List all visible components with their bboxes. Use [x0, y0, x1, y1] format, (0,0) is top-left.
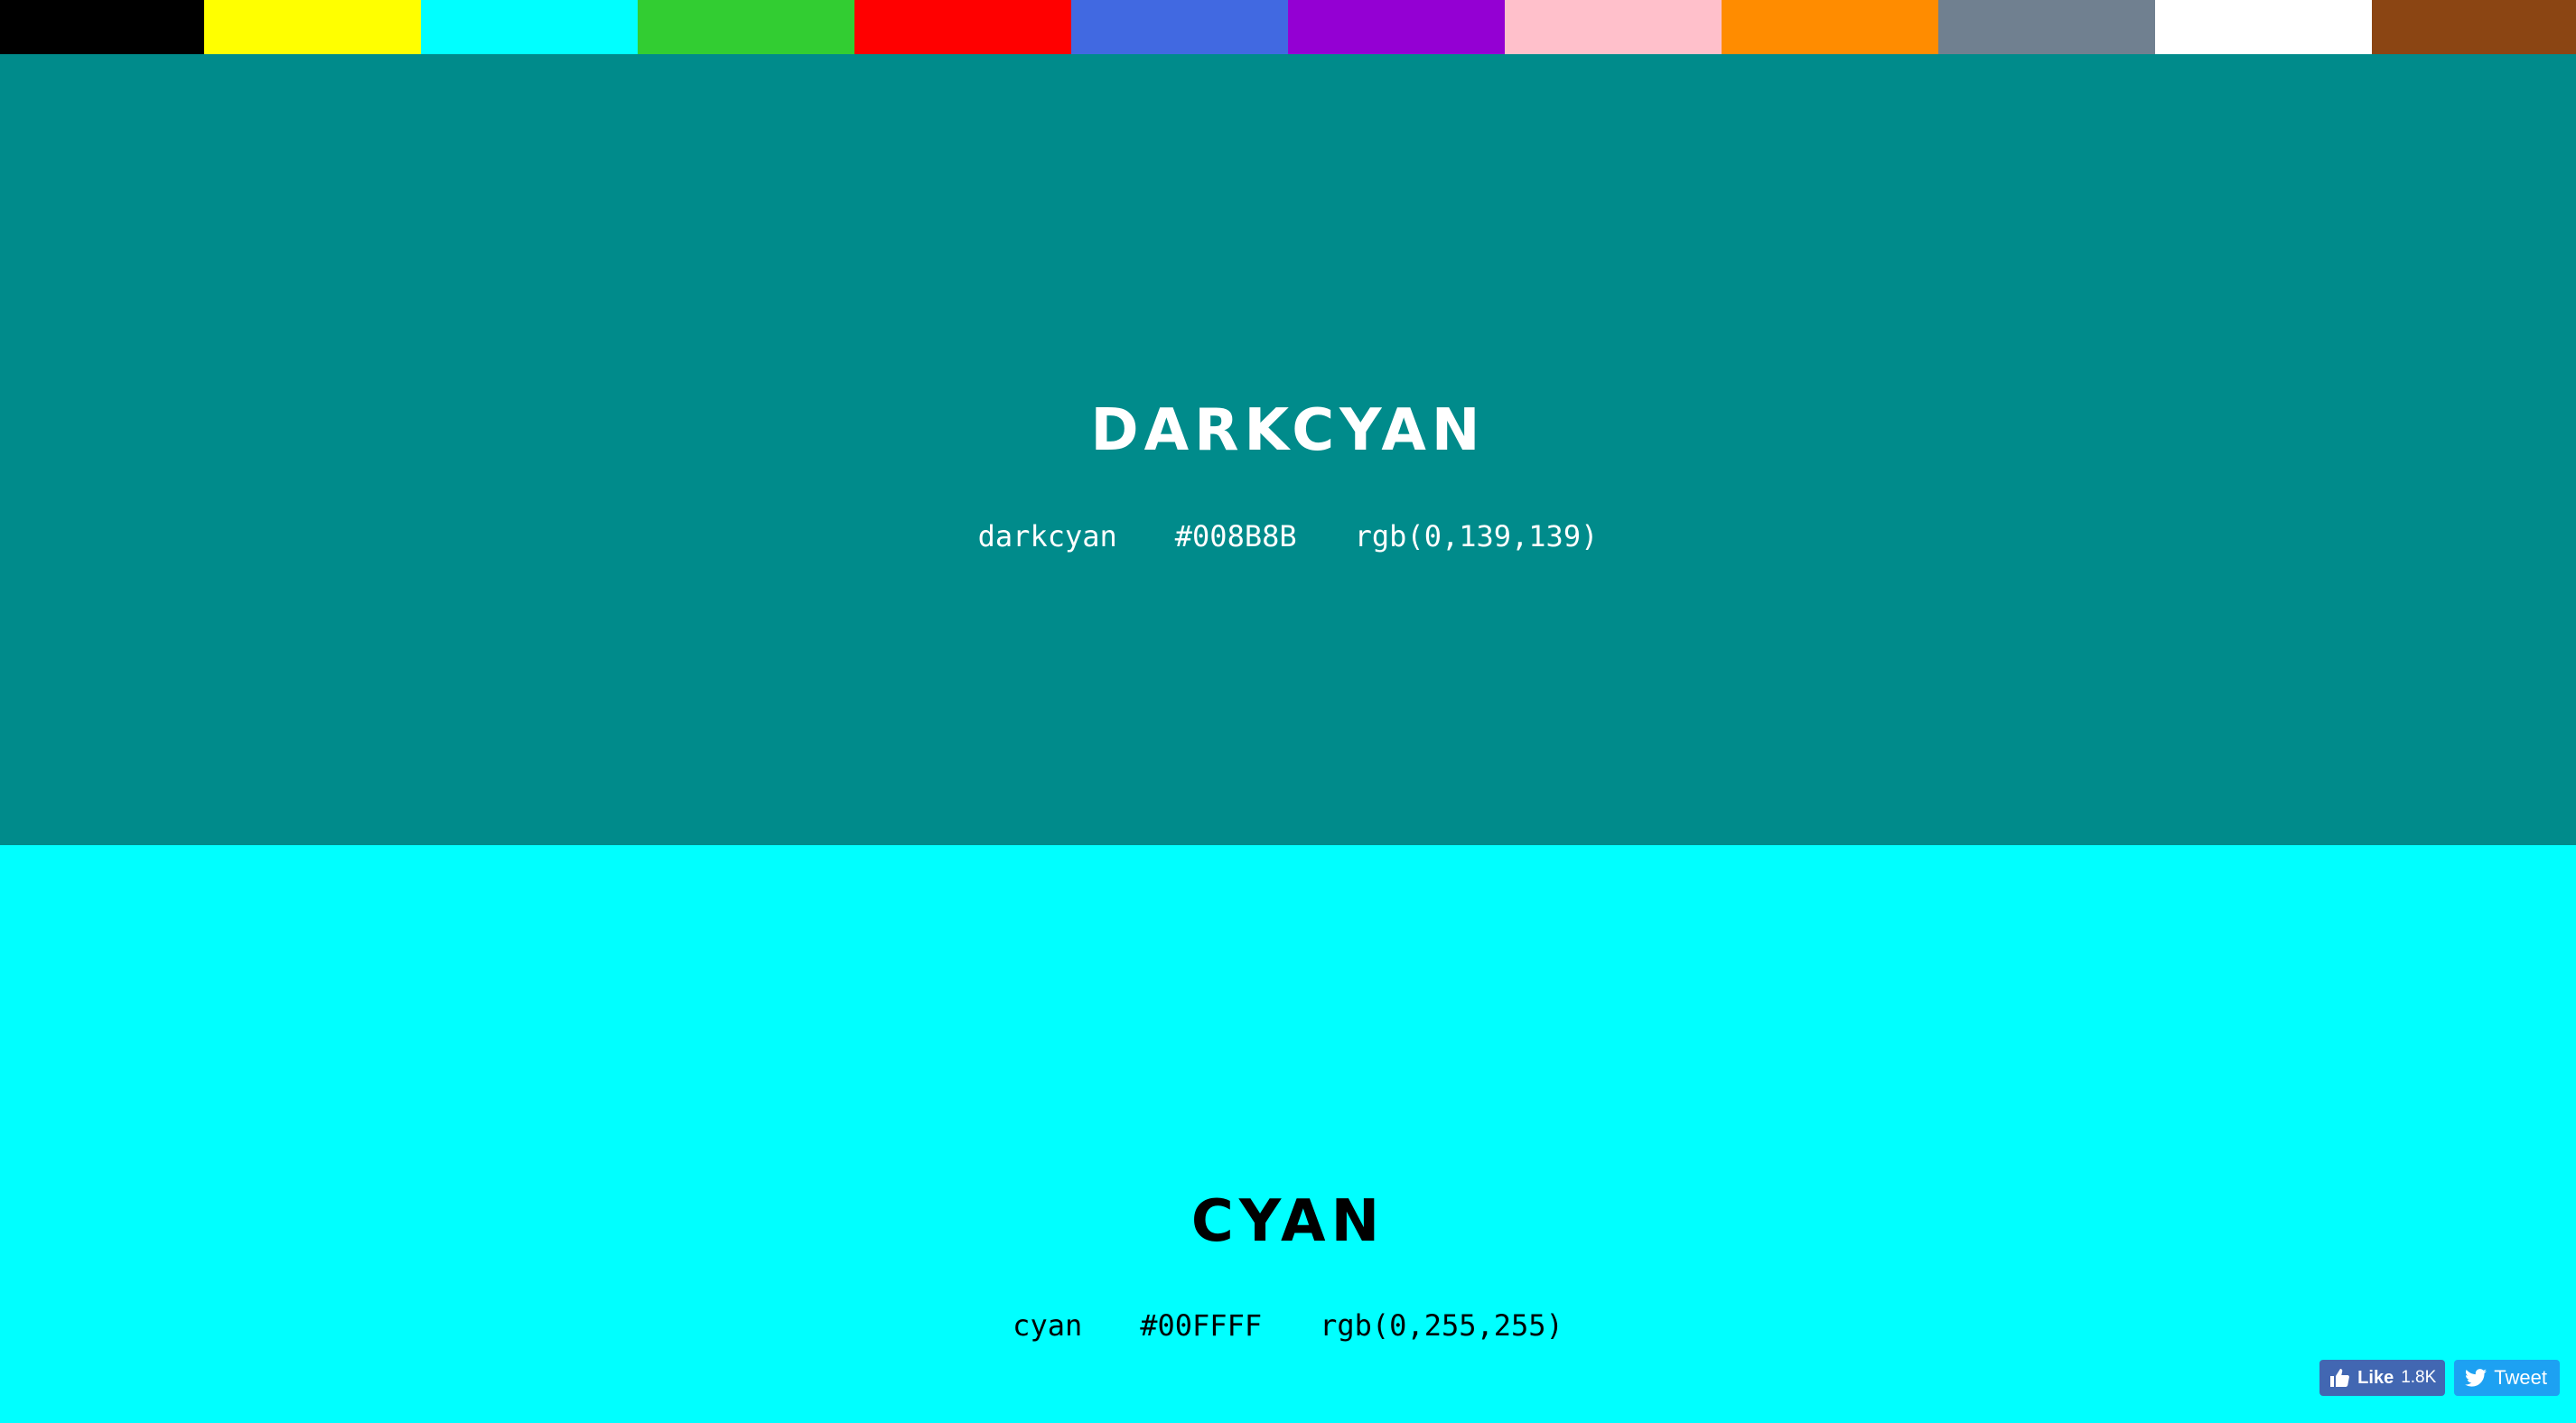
color-hex-code: #008B8B: [1174, 519, 1297, 553]
swatch-yellow[interactable]: [204, 0, 421, 54]
swatch-red[interactable]: [854, 0, 1071, 54]
swatch-cyan[interactable]: [421, 0, 638, 54]
swatch-darkorange[interactable]: [1722, 0, 1938, 54]
swatch-darkviolet[interactable]: [1288, 0, 1505, 54]
color-codes: cyan #00FFFF rgb(0,255,255): [1013, 1311, 1563, 1340]
color-rgb-code: rgb(0,139,139): [1354, 519, 1599, 553]
color-name-code: darkcyan: [977, 519, 1117, 553]
twitter-bird-icon: [2465, 1368, 2487, 1388]
swatch-saddlebrown[interactable]: [2372, 0, 2576, 54]
like-label: Like: [2357, 1367, 2394, 1388]
swatch-pink[interactable]: [1505, 0, 1722, 54]
color-name-code: cyan: [1013, 1308, 1083, 1343]
color-swatch-bar: [0, 0, 2576, 54]
like-count: 1.8K: [2401, 1368, 2437, 1387]
color-panel-darkcyan: DARKCYAN darkcyan #008B8B rgb(0,139,139): [0, 54, 2576, 845]
thumbs-up-icon: [2329, 1367, 2350, 1389]
color-title: CYAN: [1190, 1188, 1386, 1255]
swatch-slategray[interactable]: [1938, 0, 2155, 54]
swatch-royalblue[interactable]: [1071, 0, 1288, 54]
swatch-black[interactable]: [0, 0, 204, 54]
facebook-like-button[interactable]: Like 1.8K: [2319, 1360, 2446, 1396]
tweet-button[interactable]: Tweet: [2454, 1360, 2560, 1396]
tweet-label: Tweet: [2494, 1366, 2547, 1389]
swatch-white[interactable]: [2155, 0, 2372, 54]
color-codes: darkcyan #008B8B rgb(0,139,139): [978, 522, 1599, 551]
color-hex-code: #00FFFF: [1140, 1308, 1263, 1343]
color-rgb-code: rgb(0,255,255): [1320, 1308, 1563, 1343]
social-buttons: Like 1.8K Tweet: [2319, 1360, 2560, 1396]
swatch-limegreen[interactable]: [638, 0, 854, 54]
color-panel-cyan: CYAN cyan #00FFFF rgb(0,255,255): [0, 845, 2576, 1423]
color-title: DARKCYAN: [1090, 397, 1486, 464]
